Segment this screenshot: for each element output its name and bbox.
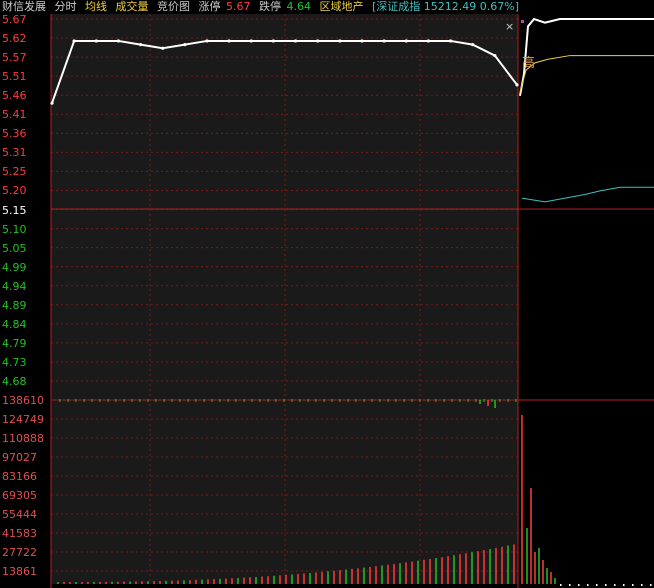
volume-tick-label: 13861 bbox=[2, 565, 37, 578]
price-tick-label: 4.73 bbox=[2, 355, 27, 369]
volume-dot bbox=[578, 584, 580, 586]
auction-price-point bbox=[138, 42, 143, 47]
volume-dot bbox=[569, 584, 571, 586]
auction-price-point bbox=[161, 46, 165, 50]
volume-tick-label: 138610 bbox=[2, 394, 44, 407]
price-tick-label: 5.41 bbox=[2, 108, 27, 122]
auction-price-point bbox=[227, 39, 231, 43]
volume-tick-label: 110888 bbox=[2, 432, 44, 445]
auction-price-point bbox=[50, 101, 54, 105]
sector-name[interactable]: 区域地产 bbox=[320, 0, 364, 13]
index-line bbox=[521, 186, 654, 203]
volume-tick-label: 83166 bbox=[2, 470, 37, 483]
price-tick-label: 4.79 bbox=[2, 336, 27, 350]
volume-tick-label: 55444 bbox=[2, 508, 37, 521]
auction-price-point bbox=[338, 39, 342, 43]
auction-price-point bbox=[316, 39, 320, 43]
volume-dot bbox=[623, 584, 625, 586]
auction-marker bbox=[521, 20, 524, 23]
price-tick-label: 5.10 bbox=[2, 222, 27, 236]
volume-tick-label: 69305 bbox=[2, 489, 37, 502]
limit-up-label: 涨停 bbox=[198, 0, 221, 13]
volume-dot bbox=[587, 584, 589, 586]
auction-price-point bbox=[493, 53, 497, 58]
price-tick-label: 4.94 bbox=[2, 279, 27, 293]
index-info[interactable]: [深证成指 15212.49 0.67%] bbox=[372, 0, 519, 13]
auction-price-point bbox=[448, 39, 453, 43]
stock-name: 财信发展 bbox=[2, 0, 46, 13]
auction-price-point bbox=[72, 39, 76, 43]
volume-tick-label: 27722 bbox=[2, 546, 37, 559]
auction-price-point bbox=[183, 42, 187, 47]
menu-fenshi[interactable]: 分时 bbox=[55, 0, 77, 13]
price-tick-label: 5.20 bbox=[2, 184, 27, 198]
menu-volume[interactable]: 成交量 bbox=[116, 0, 149, 13]
price-tick-label: 5.36 bbox=[2, 127, 27, 141]
auction-price-point bbox=[515, 83, 519, 87]
close-icon[interactable]: × bbox=[505, 21, 515, 33]
volume-dot bbox=[614, 584, 616, 586]
price-tick-label: 5.46 bbox=[2, 89, 27, 103]
session-price-line bbox=[519, 17, 654, 96]
price-tick-label: 4.84 bbox=[2, 317, 27, 331]
price-tick-label: 4.99 bbox=[2, 260, 27, 274]
auction-price-point bbox=[360, 39, 364, 43]
volume-dot bbox=[596, 584, 598, 586]
volume-dot bbox=[560, 584, 562, 586]
price-tick-label: 5.25 bbox=[2, 165, 27, 179]
volume-dot bbox=[632, 584, 634, 586]
auction-price-point bbox=[94, 39, 98, 43]
high-tag: 高 bbox=[522, 56, 536, 71]
auction-price-point bbox=[404, 39, 408, 43]
avg-price-line bbox=[519, 55, 654, 93]
volume-tick-label: 124749 bbox=[2, 413, 44, 426]
price-tick-label: 4.89 bbox=[2, 298, 27, 312]
price-tick-label: 5.51 bbox=[2, 70, 27, 84]
price-tick-label: 5.31 bbox=[2, 146, 27, 160]
volume-dot bbox=[605, 584, 607, 586]
volume-dot bbox=[650, 584, 652, 586]
price-tick-label: 5.57 bbox=[2, 51, 27, 65]
limit-down-label: 跌停 bbox=[259, 0, 281, 13]
auction-price-point bbox=[205, 39, 209, 43]
menu-junxian[interactable]: 均线 bbox=[85, 0, 107, 13]
limit-down-value: 4.64 bbox=[286, 0, 312, 13]
volume-tick-label: 41583 bbox=[2, 527, 37, 540]
auction-price-point bbox=[293, 39, 298, 43]
auction-price-point bbox=[426, 39, 431, 43]
price-tick-label: 5.15 bbox=[2, 203, 27, 217]
volume-tick-label: 97027 bbox=[2, 451, 37, 464]
price-tick-label: 5.67 bbox=[2, 13, 27, 26]
auction-price-point bbox=[471, 42, 475, 47]
auction-price-panel bbox=[51, 14, 518, 400]
menu-jingjia[interactable]: 竞价图 bbox=[157, 0, 190, 13]
price-tick-label: 5.62 bbox=[2, 32, 27, 46]
limit-up-value: 5.67 bbox=[226, 0, 251, 13]
auction-price-point bbox=[382, 39, 386, 43]
intraday-chart[interactable] bbox=[0, 0, 654, 588]
price-tick-label: 5.05 bbox=[2, 241, 27, 255]
auction-price-point bbox=[271, 39, 276, 43]
price-tick-label: 4.68 bbox=[2, 375, 27, 388]
auction-price-point bbox=[249, 39, 253, 43]
volume-dot bbox=[641, 584, 643, 586]
header-bar: 财信发展 分时 均线 成交量 竞价图 涨停 5.67 跌停 4.64 区域地产 … bbox=[0, 0, 654, 14]
auction-price-point bbox=[116, 39, 121, 43]
